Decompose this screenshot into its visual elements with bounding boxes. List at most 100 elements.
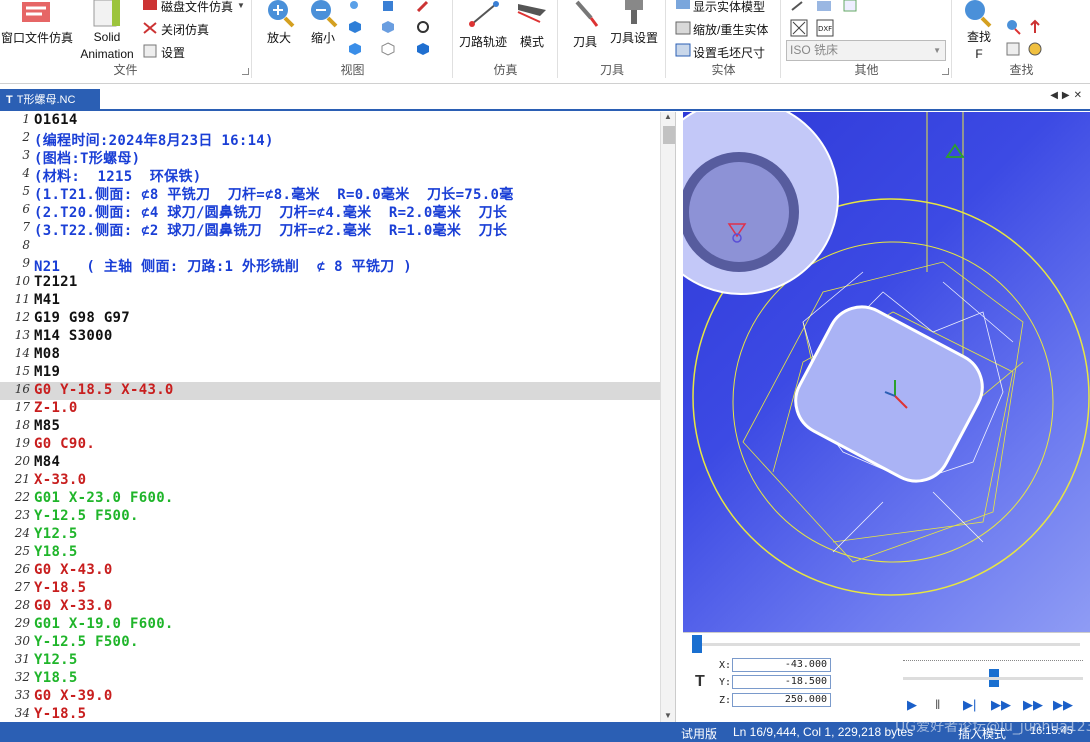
speed-track-lower[interactable] [903, 677, 1083, 680]
code-line[interactable]: 20 M84 [0, 454, 660, 472]
close-icon[interactable]: ✕ [1074, 90, 1086, 101]
code-line[interactable]: 30 Y-12.5 F500. [0, 634, 660, 652]
code-line[interactable]: 19 G0 C90. [0, 436, 660, 454]
code-line[interactable]: 28 G0 X-33.0 [0, 598, 660, 616]
progress-track[interactable] [695, 643, 1080, 646]
top-cube-icon[interactable] [348, 42, 362, 56]
code-line[interactable]: 25 Y18.5 [0, 544, 660, 562]
speed-track[interactable] [903, 660, 1083, 666]
code-line[interactable]: 27 Y-18.5 [0, 580, 660, 598]
import-3d-icon[interactable] [790, 19, 808, 37]
code-line[interactable]: 15 M19 [0, 364, 660, 382]
doc-icon[interactable] [842, 0, 858, 12]
code-text: (1.T21.侧面: ⊄8 平铣刀 刀杆=⊄8.毫米 R=0.0毫米 刀长=75… [34, 187, 514, 203]
replace-icon[interactable] [1005, 41, 1021, 57]
code-line[interactable]: 13 M14 S3000 [0, 328, 660, 346]
scroll-down-icon[interactable]: ▼ [664, 711, 672, 720]
code-line[interactable]: 32 Y18.5 [0, 670, 660, 688]
code-line[interactable]: 21 X-33.0 [0, 472, 660, 490]
find-button[interactable]: 查找 F [967, 29, 991, 63]
code-line[interactable]: 29 G01 X-19.0 F600. [0, 616, 660, 634]
front-cube-icon[interactable] [381, 20, 395, 34]
code-line[interactable]: 6 (2.T20.侧面: ⊄4 球刀/圆鼻铣刀 刀杆=⊄4.毫米 R=2.0毫米 … [0, 202, 660, 221]
settings-button[interactable]: 设置 [161, 44, 185, 61]
code-line[interactable]: 8 [0, 238, 660, 256]
origin-marker-icon [945, 143, 965, 158]
line-number: 2 [22, 130, 30, 144]
zoom-out-button[interactable]: 缩小 [311, 29, 335, 46]
iso-cube-icon[interactable] [348, 20, 362, 34]
code-line[interactable]: 17 Z-1.0 [0, 400, 660, 418]
code-line[interactable]: 12 G19 G98 G97 [0, 310, 660, 328]
mode-button[interactable]: 模式 [520, 33, 544, 50]
code-line[interactable]: 33 G0 X-39.0 [0, 688, 660, 706]
code-line[interactable]: 16 G0 Y-18.5 X-43.0 [0, 382, 660, 400]
code-line[interactable]: 34 Y-18.5 [0, 706, 660, 722]
tab-nav: ◀▶✕ [1050, 90, 1086, 101]
code-text: X-33.0 [34, 472, 87, 488]
file-group-launcher[interactable] [242, 68, 249, 75]
progress-slider-thumb[interactable] [692, 635, 702, 653]
code-line[interactable]: 10 T2121 [0, 274, 660, 292]
run-to-end-icon[interactable]: ▶▶ [1053, 697, 1073, 713]
code-line[interactable]: 11 M41 [0, 292, 660, 310]
code-line[interactable]: 23 Y-12.5 F500. [0, 508, 660, 526]
gcode-icon[interactable] [816, 0, 832, 12]
code-line[interactable]: 4 (材料: 1215 环保铁) [0, 166, 660, 185]
code-line[interactable]: 24 Y12.5 [0, 526, 660, 544]
close-sim-button[interactable]: 关闭仿真 [161, 21, 209, 38]
find-next-icon[interactable] [1005, 19, 1021, 35]
vertical-scrollbar[interactable]: ▲ ▼ [660, 112, 675, 722]
code-text: Y-12.5 F500. [34, 508, 139, 524]
other-group-launcher[interactable] [942, 68, 949, 75]
machine-select[interactable]: ISO 铣床 ▼ [786, 40, 946, 61]
chevron-right-icon[interactable]: ▶ [1062, 90, 1074, 101]
stock-size-button[interactable]: 设置毛坯尺寸 [693, 44, 765, 61]
pause-icon[interactable]: ‖ [935, 697, 940, 712]
cube-view-icon[interactable] [381, 0, 395, 12]
tab-nc-file[interactable]: T T形螺母.NC [0, 89, 100, 111]
simulation-viewport[interactable] [683, 112, 1090, 632]
code-line[interactable]: 3 (图档:T形螺母) [0, 148, 660, 167]
step-icon[interactable]: ▶| [963, 697, 976, 713]
code-line[interactable]: 22 G01 X-23.0 F600. [0, 490, 660, 508]
step-z-icon[interactable]: ▶▶ [991, 697, 1011, 713]
show-solid-button[interactable]: 显示实体模型 [693, 0, 765, 15]
zoom-window-icon[interactable] [348, 0, 362, 12]
arrow-icon[interactable] [790, 0, 806, 12]
window-file-sim-button[interactable]: 窗口文件仿真 [1, 29, 73, 46]
pencil-icon[interactable] [416, 0, 430, 12]
wire-cube-icon[interactable] [381, 42, 395, 56]
disk-file-sim-button[interactable]: 磁盘文件仿真 [161, 0, 233, 15]
window-sim-icon [22, 2, 50, 22]
code-line[interactable]: 26 G0 X-43.0 [0, 562, 660, 580]
solid-group: 显示实体模型 缩放/重生实体 设置毛坯尺寸 实体 [667, 0, 781, 78]
nc-code-editor[interactable]: 1 O1614 2 (编程时间:2024年8月23日 16:14) 3 (图档:T形螺母)… [0, 112, 676, 722]
other-group-label: 其他 [854, 63, 879, 77]
shade-cube-icon[interactable] [416, 42, 430, 56]
tool-button[interactable]: 刀具 [573, 33, 597, 50]
code-line[interactable]: 9 N21 ( 主轴 侧面: 刀路:1 外形铣削 ⊄ 8 平铣刀 ) [0, 256, 660, 275]
code-line[interactable]: 2 (编程时间:2024年8月23日 16:14) [0, 130, 660, 149]
toolpath-button[interactable]: 刀路轨迹 [459, 33, 507, 50]
code-line[interactable]: 7 (3.T22.侧面: ⊄2 球刀/圆鼻铣刀 刀杆=⊄2.毫米 R=1.0毫米 … [0, 220, 660, 239]
step-end-icon[interactable]: ▶▶ [1023, 697, 1043, 713]
zoom-regen-button[interactable]: 缩放/重生实体 [693, 21, 768, 38]
play-icon[interactable]: ▶ [907, 697, 917, 713]
dxf-icon[interactable]: DXF [816, 19, 834, 37]
machine-select-value: ISO 铣床 [790, 43, 839, 57]
code-line[interactable]: 31 Y12.5 [0, 652, 660, 670]
scrollbar-thumb[interactable] [663, 126, 675, 144]
clock-icon[interactable] [1027, 41, 1043, 57]
code-line[interactable]: 18 M85 [0, 418, 660, 436]
tool-settings-button[interactable]: 刀具设置 [610, 29, 658, 46]
chevron-left-icon[interactable]: ◀ [1050, 90, 1062, 101]
solid-animation-button[interactable]: Solid Animation [78, 29, 136, 63]
code-line[interactable]: 14 M08 [0, 346, 660, 364]
rotate-icon[interactable] [416, 20, 430, 34]
sort-icon[interactable] [1027, 19, 1043, 35]
code-line[interactable]: 1 O1614 [0, 112, 660, 130]
zoom-in-button[interactable]: 放大 [267, 29, 291, 46]
scroll-up-icon[interactable]: ▲ [664, 112, 672, 121]
code-line[interactable]: 5 (1.T21.侧面: ⊄8 平铣刀 刀杆=⊄8.毫米 R=0.0毫米 刀长=7… [0, 184, 660, 203]
